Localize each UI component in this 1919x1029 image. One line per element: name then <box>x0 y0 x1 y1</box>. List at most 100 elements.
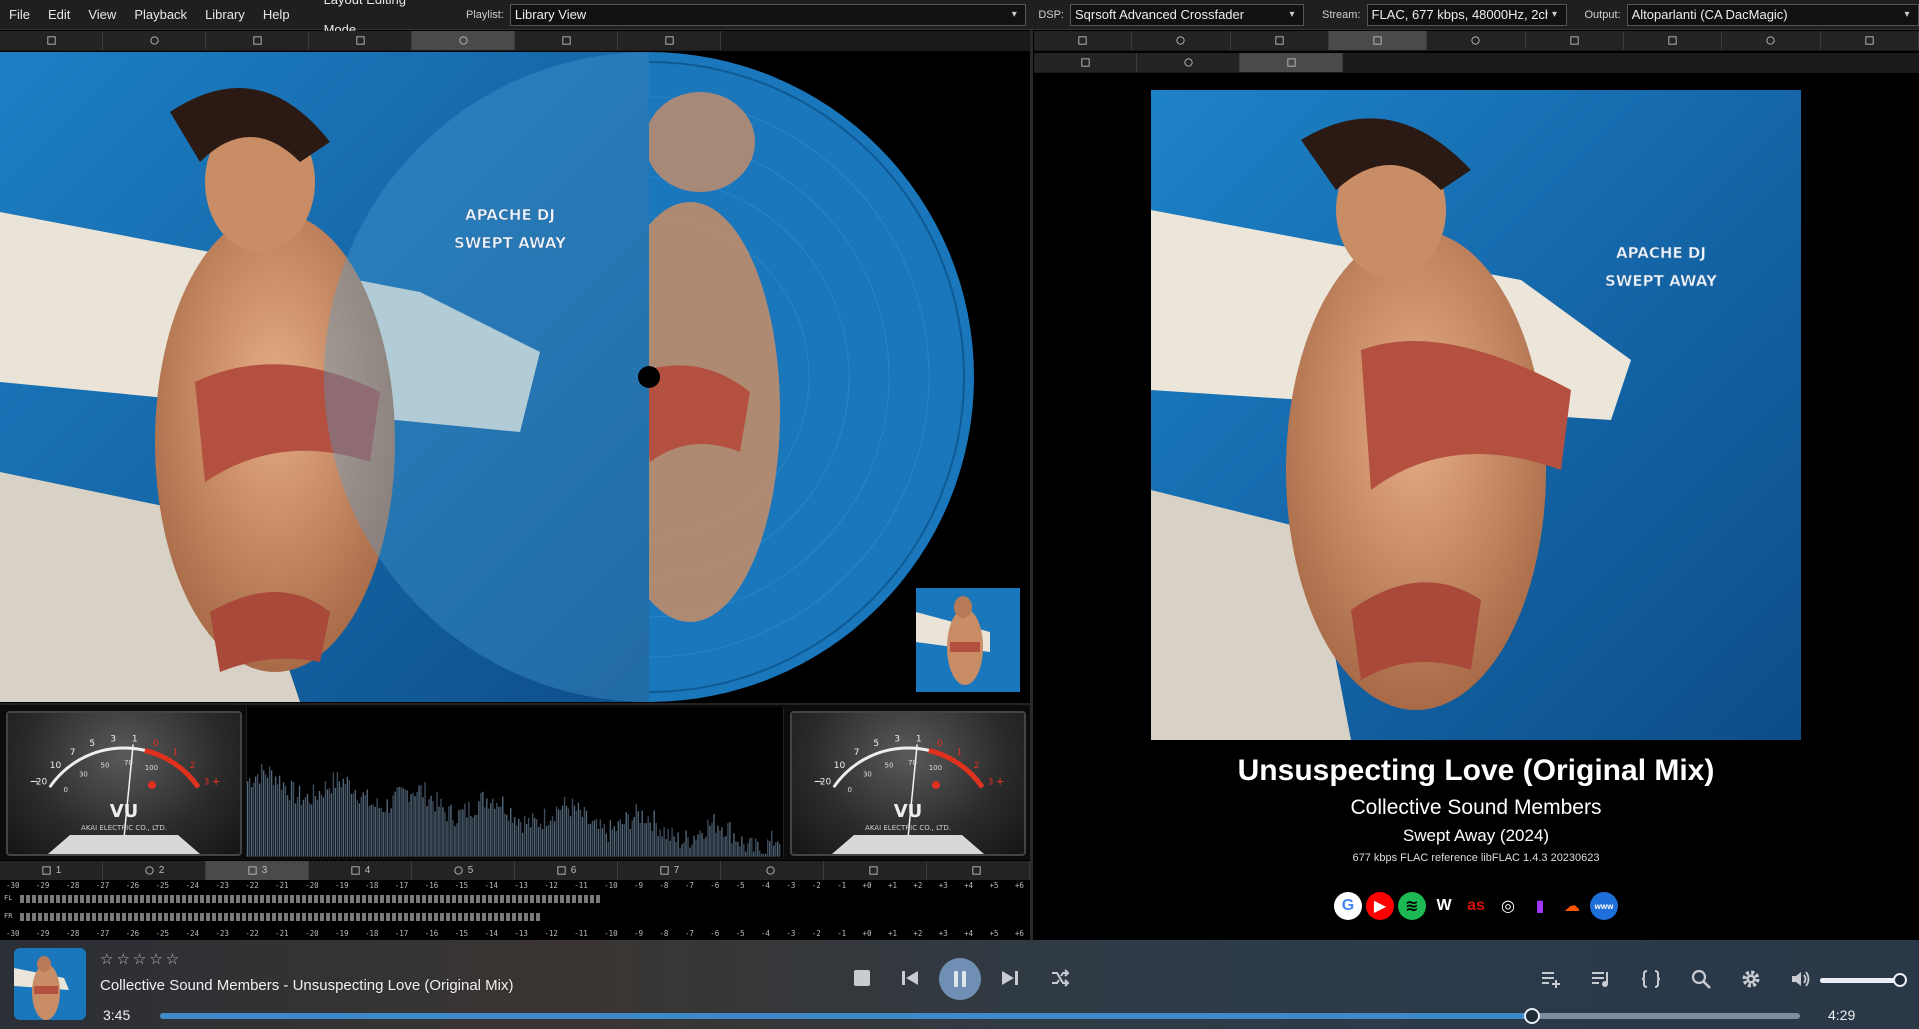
peak-scale-tick: -10 <box>604 881 618 890</box>
spectrum-bar <box>775 842 777 857</box>
menu-file[interactable]: File <box>0 0 39 30</box>
right-tab-8[interactable] <box>1722 31 1821 50</box>
vu-scale-label: 7 <box>70 748 76 758</box>
spotify-icon[interactable]: ≋ <box>1398 892 1426 920</box>
seek-bar[interactable] <box>160 1008 1800 1024</box>
left-tab-4[interactable] <box>309 31 412 50</box>
spectrum-bar <box>773 845 775 857</box>
spectrum-bar <box>699 830 701 857</box>
spectrum-bar <box>645 823 647 857</box>
dsp-dropdown[interactable]: Sqrsoft Advanced Crossfader ▾ <box>1070 3 1304 26</box>
playlist-button[interactable] <box>1588 966 1614 992</box>
vu-scale-label: 1 <box>132 735 138 745</box>
peak-scale-tick: -14 <box>484 881 499 890</box>
right-tab-7[interactable] <box>1623 31 1723 50</box>
vu-brand: AKAI ELECTRIC CO., LTD. <box>81 824 167 832</box>
soundcloud-icon[interactable]: ☁ <box>1558 892 1586 920</box>
stop-button[interactable] <box>850 966 874 990</box>
next-button[interactable] <box>998 966 1022 990</box>
spectrum-bar <box>555 806 558 857</box>
right-tab-row2-2[interactable] <box>1137 53 1240 72</box>
spectrum-bar <box>763 853 765 857</box>
output-dropdown[interactable]: Altoparlanti (CA DacMagic) ▾ <box>1626 3 1919 26</box>
search-button[interactable] <box>1688 966 1714 992</box>
menu-playback[interactable]: Playback <box>125 0 196 30</box>
vu-plus-sign: + <box>996 773 1004 789</box>
right-tab-6[interactable] <box>1525 31 1624 50</box>
visualization-tab-3[interactable]: 3 <box>206 861 309 880</box>
spectrum-bar <box>484 807 486 857</box>
visualization-tab-strip: 1 2 3 4 5 6 7 <box>0 861 1030 880</box>
spectrum-bar <box>519 821 522 857</box>
right-tab-9[interactable] <box>1820 31 1919 50</box>
menu-library[interactable]: Library <box>196 0 254 30</box>
spectrum-bar <box>490 803 492 857</box>
spectrum-bar <box>358 803 360 857</box>
right-tab-5[interactable] <box>1427 31 1526 50</box>
channel-label-fl: FL <box>4 894 13 902</box>
left-tab-3[interactable] <box>206 31 309 50</box>
spectrum-bar <box>312 784 315 857</box>
spectrum-bar <box>563 796 566 857</box>
visualization-tab-1[interactable]: 1 <box>0 861 103 880</box>
right-tab-3[interactable] <box>1230 31 1329 50</box>
lastfm-icon[interactable]: as <box>1462 892 1490 920</box>
vu-lower-scale-label: 100 <box>145 764 158 772</box>
volume-slider-handle[interactable] <box>1892 973 1907 987</box>
spectrum-bar <box>581 816 584 857</box>
youtube-icon[interactable]: ▶ <box>1366 892 1394 920</box>
settings-button[interactable] <box>1738 966 1764 992</box>
visualization-tab-9[interactable] <box>824 861 927 880</box>
menu-help[interactable]: Help <box>254 0 299 30</box>
right-tab-row2-1[interactable] <box>1034 53 1137 72</box>
spectrum-bar <box>264 774 267 857</box>
rating-stars[interactable]: ☆☆☆☆☆ <box>100 950 182 968</box>
volume-button[interactable] <box>1788 966 1814 992</box>
shuffle-button[interactable] <box>1048 966 1072 990</box>
peak-bar-fr <box>20 913 540 921</box>
left-tab-6[interactable] <box>515 31 618 50</box>
menu-edit[interactable]: Edit <box>39 0 79 30</box>
right-tab-4[interactable] <box>1328 31 1428 50</box>
add-to-queue-button[interactable] <box>1538 966 1564 992</box>
disc-text-artist: APACHE DJ <box>465 206 555 224</box>
volume-slider[interactable] <box>1820 973 1907 987</box>
visualization-tab-6[interactable]: 6 <box>515 861 618 880</box>
playlist-value: Library View <box>514 7 587 22</box>
seek-bar-handle[interactable] <box>1523 1008 1540 1024</box>
pause-button[interactable] <box>939 958 981 1000</box>
spectrum-bar <box>256 774 259 857</box>
menu-view[interactable]: View <box>79 0 125 30</box>
player-album-thumbnail[interactable] <box>14 948 86 1020</box>
right-tab-2[interactable] <box>1132 31 1231 50</box>
visualization-tab-5[interactable]: 5 <box>412 861 515 880</box>
left-tab-1[interactable] <box>0 31 103 50</box>
peak-scale-tick: -22 <box>245 881 259 890</box>
deezer-icon[interactable]: ▮ <box>1526 892 1554 920</box>
visualization-tab-4[interactable]: 4 <box>309 861 412 880</box>
visualization-tab-8[interactable] <box>721 861 824 880</box>
spectrum-bar <box>671 827 673 857</box>
website-icon[interactable]: www <box>1590 892 1618 920</box>
spectrum-bar <box>533 817 536 857</box>
script-button[interactable] <box>1638 966 1664 992</box>
google-icon[interactable]: G <box>1334 892 1362 920</box>
left-tab-7[interactable] <box>618 31 721 50</box>
wikipedia-icon[interactable]: W <box>1430 892 1458 920</box>
visualization-tab-10[interactable] <box>927 861 1030 880</box>
right-tab-row2-3[interactable] <box>1240 53 1343 72</box>
track-technical-info: 677 kbps FLAC reference libFLAC 1.4.3 20… <box>1352 852 1600 864</box>
spectrum-bar <box>725 835 727 857</box>
visualization-tab-2[interactable]: 2 <box>103 861 206 880</box>
left-tab-2[interactable] <box>103 31 206 50</box>
chevron-down-icon: ▾ <box>1011 9 1017 20</box>
playlist-dropdown[interactable]: Library View ▾ <box>509 3 1027 26</box>
left-tab-5[interactable] <box>412 31 515 50</box>
right-tab-1[interactable] <box>1034 31 1133 50</box>
panel-icon <box>42 866 51 875</box>
stream-dropdown[interactable]: FLAC, 677 kbps, 48000Hz, 2ch ▾ <box>1366 3 1567 26</box>
spectrum-bar <box>504 813 506 857</box>
previous-button[interactable] <box>898 966 922 990</box>
visualization-tab-7[interactable]: 7 <box>618 861 721 880</box>
musicbrainz-icon[interactable]: ◎ <box>1494 892 1522 920</box>
